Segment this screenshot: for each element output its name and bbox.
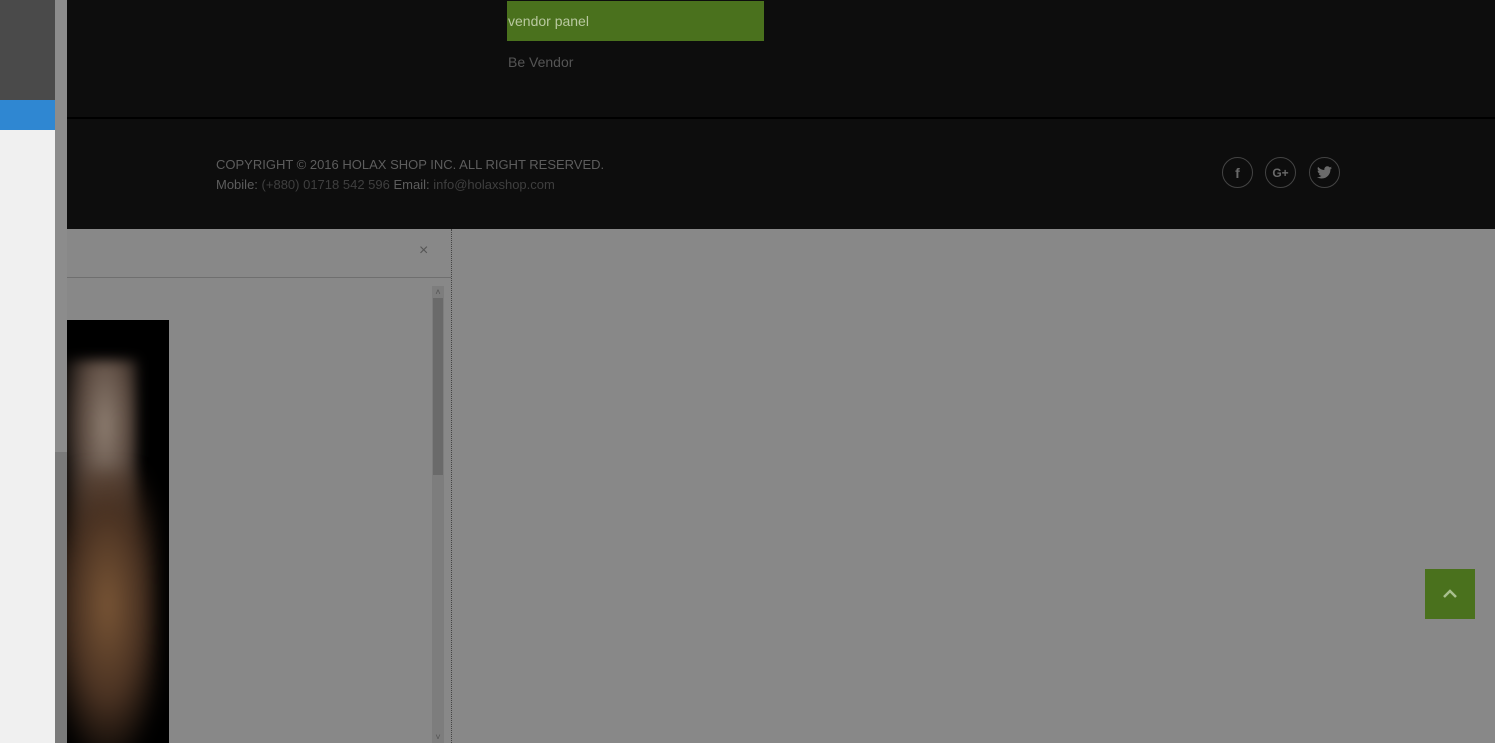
chevron-up-icon [1443, 589, 1457, 598]
vendor-panel-link[interactable]: vendor panel [507, 1, 764, 41]
email-value[interactable]: info@holaxshop.com [433, 177, 555, 192]
close-icon[interactable]: × [419, 241, 428, 261]
modal-scrollbar-thumb[interactable] [433, 298, 443, 475]
product-image [67, 320, 169, 743]
contact-info: Mobile: (+880) 01718 542 596 Email: info… [216, 175, 555, 195]
copyright-text: COPYRIGHT © 2016 HOLAX SHOP INC. ALL RIG… [216, 157, 605, 172]
modal-header-divider [67, 277, 451, 278]
facebook-icon[interactable]: f [1222, 157, 1253, 188]
back-to-top-button[interactable] [1425, 569, 1475, 619]
footer-links-section [67, 0, 1495, 117]
image-shape [67, 470, 157, 743]
be-vendor-link[interactable]: Be Vendor [508, 52, 573, 72]
mobile-value: (+880) 01718 542 596 [261, 177, 390, 192]
left-sidebar-strip [0, 0, 55, 743]
mobile-label: Mobile: [216, 177, 258, 192]
product-quickview-modal: × ˄ ˅ [67, 229, 452, 743]
scroll-down-arrow-icon[interactable]: ˅ [432, 731, 444, 743]
page-scrollbar-thumb[interactable] [55, 0, 67, 452]
google-plus-icon[interactable]: G+ [1265, 157, 1296, 188]
email-label: Email: [393, 177, 430, 192]
sidebar-active-tab[interactable] [0, 100, 55, 130]
twitter-bird-glyph [1317, 166, 1332, 179]
scroll-up-arrow-icon[interactable]: ˄ [432, 286, 444, 298]
twitter-icon[interactable] [1309, 157, 1340, 188]
sidebar-dark-panel [0, 0, 55, 100]
